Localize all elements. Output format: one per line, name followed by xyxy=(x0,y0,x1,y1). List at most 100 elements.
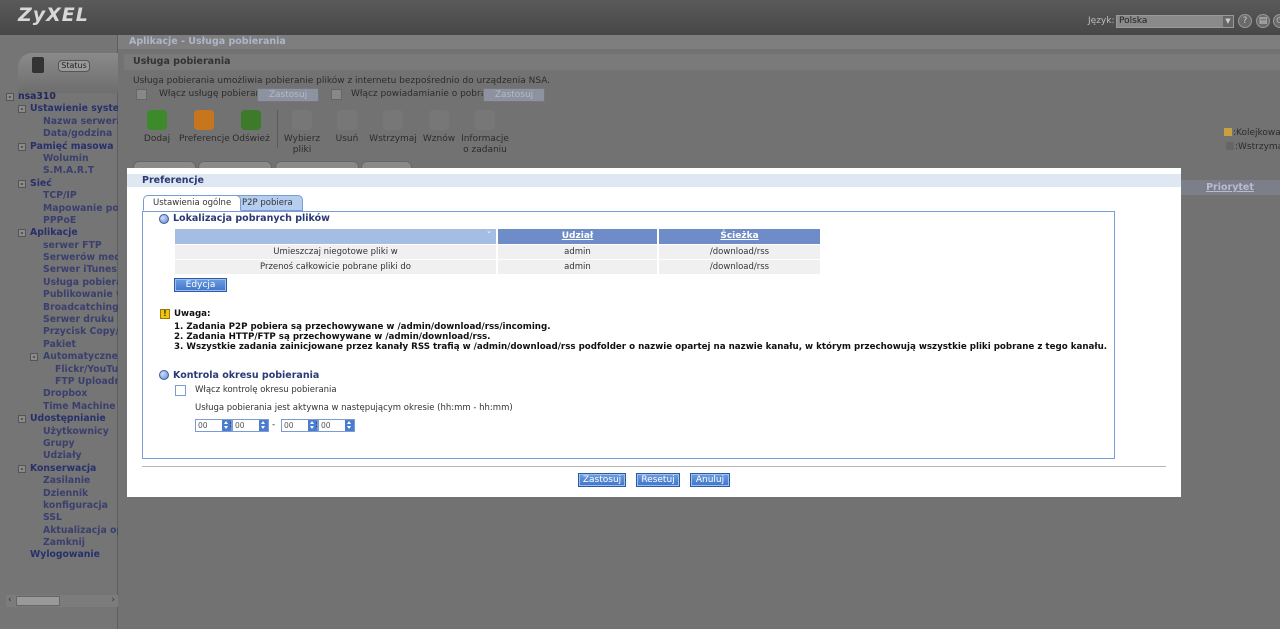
collapse-icon[interactable]: - xyxy=(18,105,26,114)
edit-button[interactable]: Edycja xyxy=(174,278,227,292)
apply-service-button[interactable]: Zastosuj xyxy=(257,88,319,102)
tree-item[interactable]: Zamknij xyxy=(6,537,118,549)
toolbar-button[interactable]: Odśwież xyxy=(226,108,276,145)
tree-horizontal-scrollbar[interactable]: ‹ › xyxy=(6,595,118,607)
end-minute-stepper[interactable] xyxy=(318,419,355,432)
tree-item[interactable]: Broadcatching xyxy=(6,302,118,314)
tree-item[interactable]: Udziały xyxy=(6,450,118,462)
enable-notify-checkbox[interactable] xyxy=(331,89,342,100)
collapse-icon[interactable]: - xyxy=(18,229,26,238)
end-minute-input[interactable] xyxy=(320,420,345,431)
tree-item[interactable]: Flickr/YouTube xyxy=(6,364,118,376)
tree-item[interactable]: Przycisk Copy/Sync xyxy=(6,326,118,338)
toolbar-button[interactable]: Wstrzymaj xyxy=(368,108,418,145)
tree-item[interactable]: - Aplikacje xyxy=(6,227,118,239)
help-icon[interactable]: ? xyxy=(1238,14,1252,28)
logout-icon[interactable]: ⏻ xyxy=(1273,14,1280,28)
tab-p2p[interactable]: P2P pobiera xyxy=(232,195,303,211)
status-button[interactable]: Status xyxy=(58,60,90,72)
toolbar-button-label: Wstrzymaj xyxy=(369,134,417,144)
collapse-icon[interactable]: - xyxy=(6,93,14,101)
tree-item[interactable]: serwer FTP xyxy=(6,240,118,252)
stepper-arrows-icon[interactable] xyxy=(345,420,354,431)
tree-item[interactable]: -Automatyczne wysyłanie xyxy=(6,351,118,363)
tree-item[interactable]: Pakiet xyxy=(6,339,118,351)
scroll-left-icon[interactable]: ‹ xyxy=(8,595,12,605)
column-header-path[interactable]: Ścieżka xyxy=(659,229,820,244)
tree-item[interactable]: Serwer druku xyxy=(6,314,118,326)
tree-item[interactable]: Dziennik xyxy=(6,488,118,500)
tree-item-label: nsa310 xyxy=(18,91,56,102)
tree-item[interactable]: Publikowanie w sieci xyxy=(6,289,118,301)
cancel-button[interactable]: Anuluj xyxy=(690,473,730,487)
collapse-icon[interactable]: - xyxy=(18,415,26,424)
tree-item[interactable]: - nsa310 xyxy=(6,91,118,103)
start-hour-input[interactable] xyxy=(197,420,222,431)
tree-item[interactable]: FTP Uploadr xyxy=(6,376,118,388)
tree-item-label: Wylogowanie xyxy=(30,549,100,561)
tree-item-label: Zasilanie xyxy=(43,475,91,487)
collapse-icon[interactable]: - xyxy=(18,179,26,188)
tree-item-label: FTP Uploadr xyxy=(55,375,118,387)
start-minute-input[interactable] xyxy=(234,420,259,431)
apply-notify-button[interactable]: Zastosuj xyxy=(483,88,545,102)
tab-general-settings[interactable]: Ustawienia ogólne xyxy=(143,195,242,211)
site-map-icon[interactable]: ▤ xyxy=(1256,14,1270,28)
apply-button[interactable]: Zastosuj xyxy=(578,473,626,487)
tree-item[interactable]: Wolumin xyxy=(6,153,118,165)
toolbar-button[interactable]: Preferencje xyxy=(179,108,230,145)
tree-item[interactable]: Usługa pobierania xyxy=(6,277,118,289)
toolbar-button[interactable]: Wznów xyxy=(414,108,464,145)
tree-item[interactable]: Nazwa serwera xyxy=(6,116,118,128)
collapse-icon[interactable]: - xyxy=(30,353,38,362)
scrollbar-thumb[interactable] xyxy=(16,596,60,606)
tree-item[interactable]: Serwer iTunes xyxy=(6,264,118,276)
tree-item[interactable]: PPPoE xyxy=(6,215,118,227)
status-panel[interactable]: Status xyxy=(18,53,118,93)
start-minute-stepper[interactable] xyxy=(232,419,269,432)
tree-item[interactable]: Serwerów mediów xyxy=(6,252,118,264)
tree-item[interactable]: - Udostępnianie xyxy=(6,413,118,425)
tree-item-label: Konserwacja xyxy=(30,462,97,474)
reset-button[interactable]: Resetuj xyxy=(636,473,680,487)
tree-item[interactable]: -Ustawienie systemu xyxy=(6,103,118,115)
tree-item[interactable]: Wylogowanie xyxy=(6,549,118,561)
end-hour-input[interactable] xyxy=(283,420,308,431)
toolbar-button[interactable]: Wybierz pliki xyxy=(277,108,327,156)
tree-item[interactable]: Data/godzina xyxy=(6,128,118,140)
column-header-share[interactable]: Udział xyxy=(498,229,657,244)
tree-item[interactable]: Zasilanie xyxy=(6,475,118,487)
tree-item[interactable]: Mapowanie portów xyxy=(6,203,118,215)
toolbar-button[interactable]: Usuń xyxy=(322,108,372,145)
end-hour-stepper[interactable] xyxy=(281,419,318,432)
tree-item[interactable]: TCP/IP xyxy=(6,190,118,202)
tree-item[interactable]: - Konserwacja xyxy=(6,463,118,475)
tree-item[interactable]: Dropbox xyxy=(6,388,118,400)
priority-column-header[interactable]: Priorytet xyxy=(1180,180,1280,195)
section-bullet-icon xyxy=(159,214,169,224)
tree-item[interactable]: Użytkownicy xyxy=(6,426,118,438)
tree-item[interactable]: Aktualizacja oprogramowania xyxy=(6,525,118,537)
tree-item[interactable]: - Sieć xyxy=(6,178,118,190)
tree-item[interactable]: - Pamięć masowa xyxy=(6,141,118,153)
collapse-icon[interactable]: - xyxy=(18,142,26,151)
tree-item[interactable]: S.M.A.R.T xyxy=(6,165,118,177)
tree-item[interactable]: SSL xyxy=(6,512,118,524)
tree-item-label: Grupy xyxy=(43,437,75,449)
scroll-right-icon[interactable]: › xyxy=(111,595,115,605)
enable-period-checkbox[interactable] xyxy=(175,385,186,396)
start-hour-stepper[interactable] xyxy=(195,419,232,432)
tree-item[interactable]: konfiguracja xyxy=(6,500,118,512)
toolbar-button-label: Informacje o zadaniu xyxy=(461,134,509,155)
toolbar-button[interactable]: Dodaj xyxy=(132,108,182,145)
collapse-icon[interactable]: - xyxy=(18,464,26,473)
tree-item-label: Flickr/YouTube xyxy=(55,363,118,375)
stepper-arrows-icon[interactable] xyxy=(259,420,268,431)
tree-item[interactable]: Grupy xyxy=(6,438,118,450)
toolbar-button-label: Usuń xyxy=(335,134,359,144)
tree-item[interactable]: Time Machine xyxy=(6,401,118,413)
tree-item-label: S.M.A.R.T xyxy=(43,165,95,177)
toolbar-button[interactable]: Informacje o zadaniu xyxy=(460,108,510,156)
language-select[interactable]: Polska ▼ xyxy=(1116,15,1234,28)
enable-service-checkbox[interactable] xyxy=(136,89,147,100)
